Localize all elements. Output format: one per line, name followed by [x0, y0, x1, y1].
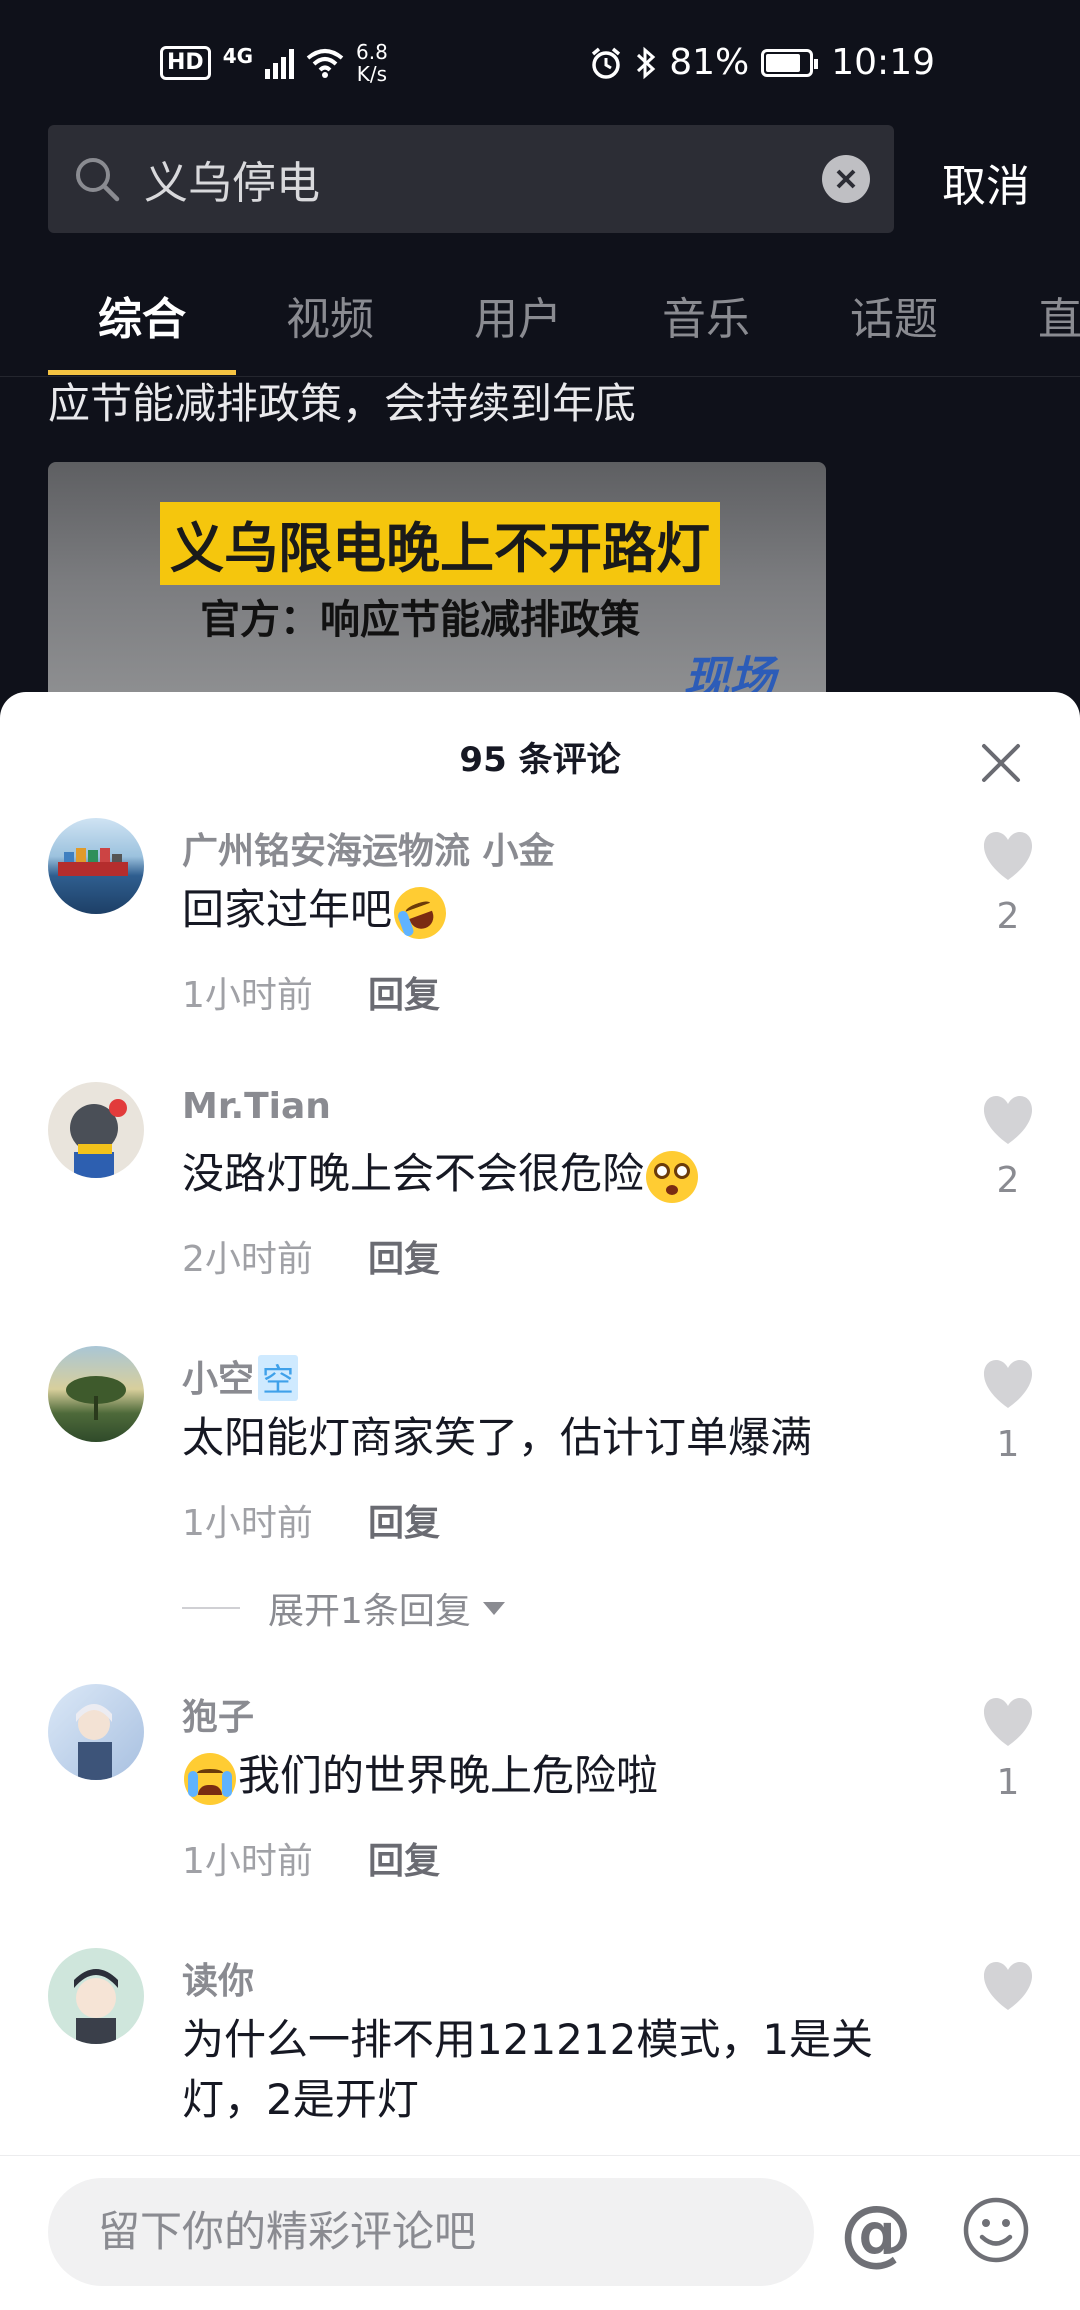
user-tag: 空: [258, 1355, 299, 1401]
search-icon: [76, 158, 120, 202]
alarm-icon: [592, 47, 621, 79]
comment-time: 1小时前: [182, 975, 313, 1016]
reply-button[interactable]: 回复: [368, 1832, 440, 1884]
tab-video[interactable]: 视频: [236, 285, 424, 375]
wifi-icon: [306, 48, 344, 78]
tree-image: [66, 1376, 126, 1420]
like-count: 2: [996, 1160, 1020, 1201]
speed-unit: K/s: [356, 61, 388, 86]
reply-button[interactable]: 回复: [368, 966, 440, 1018]
comment-username[interactable]: 广州铭安海运物流 小金: [182, 822, 555, 874]
expand-line: [182, 1607, 240, 1609]
person-image: [76, 1704, 112, 1780]
expand-replies-label: 展开1条回复: [268, 1591, 471, 1632]
mention-button[interactable]: @: [840, 2192, 912, 2272]
heart-icon[interactable]: [980, 830, 1036, 882]
tab-comprehensive[interactable]: 综合: [48, 285, 236, 375]
avatar[interactable]: [48, 818, 144, 914]
avatar[interactable]: [48, 1948, 144, 2044]
like-count: 1: [996, 1424, 1020, 1465]
expand-replies-button[interactable]: 展开1条回复: [182, 1582, 505, 1634]
cancel-button[interactable]: 取消: [942, 150, 1030, 214]
avatar[interactable]: [48, 1346, 144, 1442]
comment-text: 没路灯晚上会不会很危险: [182, 1144, 922, 1204]
comment-item: 小空空 太阳能灯商家笑了，估计订单爆满 1小时前 回复 1: [0, 1346, 1080, 1596]
comment-input[interactable]: 留下你的精彩评论吧: [48, 2178, 814, 2286]
clear-icon[interactable]: [822, 155, 870, 203]
caret-down-icon: [482, 1601, 505, 1615]
hd-icon: HD: [160, 45, 211, 80]
comment-username[interactable]: 读你: [182, 1952, 254, 2004]
comment-body: 我们的世界晚上危险啦: [238, 1751, 659, 1800]
video-thumbnail[interactable]: 义乌限电晚上不开路灯 官方：响应节能减排政策 现场: [48, 462, 826, 702]
tab-live[interactable]: 直播: [988, 285, 1080, 375]
battery-icon: [761, 48, 819, 77]
network-type: 4G: [222, 43, 254, 68]
status-left: HD 4G 6.8 K/s: [160, 41, 388, 85]
speed-value: 6.8: [356, 39, 388, 64]
comment-item: 狍子 我们的世界晚上危险啦 1小时前 回复 1: [0, 1684, 1080, 1934]
comment-item: 广州铭安海运物流 小金 回家过年吧 1小时前 回复 2: [0, 818, 1080, 1068]
tab-music[interactable]: 音乐: [612, 285, 800, 375]
status-bar: HD 4G 6.8 K/s 81% 10:19: [0, 0, 1080, 125]
tab-bar: 综合 视频 用户 音乐 话题 直播: [48, 285, 1080, 375]
bluetooth-icon: [637, 46, 656, 79]
heart-icon[interactable]: [980, 1094, 1036, 1146]
status-right: 81% 10:19: [589, 42, 935, 83]
search-query[interactable]: 义乌停电: [144, 147, 822, 211]
comment-time: 1小时前: [182, 1841, 313, 1882]
heart-icon[interactable]: [980, 1358, 1036, 1410]
comment-body: 没路灯晚上会不会很危险: [182, 1149, 645, 1198]
heart-icon[interactable]: [980, 1960, 1036, 2012]
cartoon-boy-image: [74, 1969, 118, 2044]
tab-topics[interactable]: 话题: [800, 285, 988, 375]
cat-image: [70, 1099, 127, 1178]
comments-title: 95 条评论: [459, 740, 621, 780]
comment-text: 为什么一排不用121212模式，1是关灯，2是开灯: [182, 2015, 874, 2124]
comments-sheet: 95 条评论 广州铭安海运物流 小金 回家过年吧 1小时前 回复 2 Mr.Ti…: [0, 692, 1080, 2310]
comment-username[interactable]: 狍子: [182, 1688, 254, 1740]
heart-icon[interactable]: [980, 1696, 1036, 1748]
reply-button[interactable]: 回复: [368, 1230, 440, 1282]
comment-input-bar: 留下你的精彩评论吧 @: [0, 2155, 1080, 2310]
tab-users[interactable]: 用户: [424, 285, 612, 375]
like-count: 1: [996, 1762, 1020, 1803]
flushed-emoji-icon: [646, 1150, 699, 1203]
close-icon[interactable]: [978, 740, 1024, 786]
video-subtitle: 官方：响应节能减排政策: [200, 597, 640, 643]
comment-body: 回家过年吧: [182, 885, 393, 934]
clock: 10:19: [831, 42, 935, 83]
battery-fill: [766, 53, 801, 72]
battery-percent: 81%: [669, 42, 750, 83]
emoji-icon[interactable]: [962, 2196, 1030, 2264]
username-text: 小空: [182, 1359, 255, 1400]
comment-time: 1小时前: [182, 1503, 313, 1544]
result-description[interactable]: 应节能减排政策，会持续到年底: [48, 370, 636, 431]
comment-text: 回家过年吧: [182, 879, 922, 946]
comment-time: 2小时前: [182, 1239, 313, 1280]
avatar[interactable]: [48, 1082, 144, 1178]
comment-username[interactable]: 小空空: [182, 1350, 299, 1402]
rofl-emoji-icon: [386, 879, 454, 946]
comment-text: 太阳能灯商家笑了，估计订单爆满: [182, 1413, 813, 1462]
video-title: 义乌限电晚上不开路灯: [160, 502, 720, 585]
avatar[interactable]: [48, 1684, 144, 1780]
search-input[interactable]: 义乌停电: [48, 125, 894, 233]
network-speed: 6.8 K/s: [356, 41, 388, 85]
crying-emoji-icon: [184, 1752, 236, 1805]
like-count: 2: [996, 896, 1020, 937]
comment-username[interactable]: Mr.Tian: [182, 1086, 331, 1127]
comment-text: 我们的世界晚上危险啦: [182, 1746, 922, 1806]
ship-image: [58, 848, 128, 876]
reply-button[interactable]: 回复: [368, 1494, 440, 1546]
comment-item: Mr.Tian 没路灯晚上会不会很危险 2小时前 回复 2: [0, 1082, 1080, 1332]
signal-icon: [265, 47, 295, 79]
